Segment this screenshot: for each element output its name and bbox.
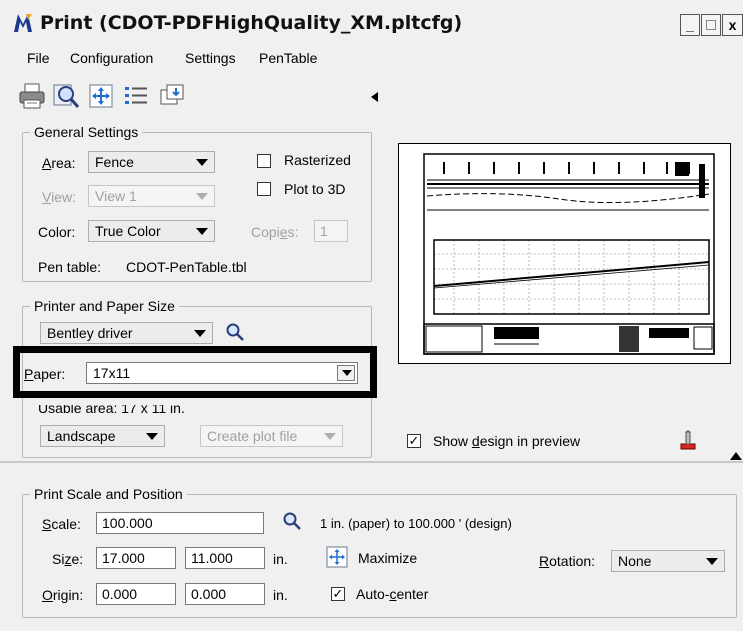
- paper-label: Paper:: [24, 366, 66, 382]
- chevron-down-icon: [342, 370, 352, 376]
- auto-center-label: Auto-center: [356, 586, 429, 602]
- window-title: Print (CDOT-PDFHighQuality_XM.pltcfg): [40, 12, 463, 34]
- menu-settings[interactable]: Settings: [185, 50, 236, 66]
- menu-pentable[interactable]: PenTable: [259, 50, 317, 66]
- print-to-file-icon[interactable]: [158, 82, 186, 110]
- origin-y-input[interactable]: 0.000: [185, 583, 265, 605]
- orientation-dropdown[interactable]: Landscape: [40, 425, 165, 447]
- view-label: View:: [42, 189, 76, 205]
- auto-center-checkbox[interactable]: ✓: [331, 587, 345, 601]
- maximize-icon: [706, 20, 716, 30]
- origin-label: Origin:: [42, 587, 84, 603]
- show-design-label: Show design in preview: [433, 433, 581, 449]
- rasterized-checkbox[interactable]: [257, 154, 271, 168]
- printer-driver-dropdown[interactable]: Bentley driver: [40, 322, 213, 344]
- title-bar: Print (CDOT-PDFHighQuality_XM.pltcfg) _ …: [0, 0, 743, 46]
- menu-configuration[interactable]: Configuration: [70, 50, 153, 66]
- size-width-input[interactable]: 17.000: [96, 547, 176, 569]
- minimize-button[interactable]: _: [680, 14, 700, 36]
- maximize-label[interactable]: Maximize: [358, 550, 417, 566]
- chevron-down-icon: [194, 330, 206, 337]
- plot-to-3d-checkbox[interactable]: [257, 182, 271, 196]
- size-height-input[interactable]: 11.000: [185, 547, 265, 569]
- maximize-arrows-icon[interactable]: [326, 546, 348, 568]
- origin-x-input[interactable]: 0.000: [96, 583, 176, 605]
- rasterized-label: Rasterized: [284, 152, 351, 168]
- collapse-left-arrow-icon[interactable]: [371, 92, 379, 102]
- menu-file[interactable]: File: [27, 50, 50, 66]
- print-preview: [398, 143, 731, 364]
- chevron-down-icon: [196, 193, 208, 200]
- print-scale-position-legend: Print Scale and Position: [30, 486, 187, 502]
- list-icon[interactable]: [122, 82, 150, 110]
- maximize-button[interactable]: [701, 14, 721, 36]
- chevron-down-icon: [146, 433, 158, 440]
- scale-description: 1 in. (paper) to 100.000 ' (design): [320, 516, 512, 531]
- chevron-down-icon: [706, 558, 718, 565]
- pen-settings-icon[interactable]: [678, 430, 698, 452]
- search-icon[interactable]: [225, 322, 245, 342]
- microstation-app-icon: [14, 14, 32, 32]
- origin-unit: in.: [273, 587, 288, 603]
- paper-dropdown-button[interactable]: [337, 365, 355, 381]
- printer-paper-legend: Printer and Paper Size: [30, 298, 179, 314]
- pen-table-value: CDOT-PenTable.tbl: [126, 259, 247, 275]
- rotation-dropdown[interactable]: None: [611, 550, 725, 572]
- maximize-area-icon[interactable]: [88, 82, 116, 110]
- menu-bar: File Configuration Settings PenTable: [0, 50, 743, 72]
- color-dropdown[interactable]: True Color: [88, 220, 215, 242]
- paper-dropdown[interactable]: 17x11: [86, 362, 358, 384]
- scale-input[interactable]: 100.000: [96, 512, 264, 534]
- preview-magnifier-icon[interactable]: [52, 82, 80, 110]
- copies-label: Copies:: [251, 224, 299, 240]
- size-label: Size:: [52, 551, 84, 567]
- copies-input[interactable]: 1: [314, 220, 348, 242]
- chevron-down-icon: [196, 228, 208, 235]
- size-unit: in.: [273, 551, 288, 567]
- show-design-checkbox[interactable]: ✓: [407, 434, 421, 448]
- view-dropdown[interactable]: View 1: [88, 185, 215, 207]
- pen-table-label: Pen table:: [38, 259, 102, 275]
- area-label: Area:: [42, 155, 76, 171]
- color-label: Color:: [38, 224, 76, 240]
- general-settings-legend: General Settings: [30, 124, 143, 140]
- chevron-down-icon: [196, 159, 208, 166]
- splitter-divider[interactable]: [0, 461, 743, 463]
- design-preview-drawing: [423, 153, 715, 355]
- rotation-label: Rotation:: [539, 553, 596, 569]
- scale-label: Scale:: [42, 516, 81, 532]
- area-dropdown[interactable]: Fence: [88, 151, 215, 173]
- create-plot-file-button[interactable]: Create plot file: [200, 425, 343, 447]
- chevron-down-icon: [324, 433, 336, 440]
- collapse-up-arrow-icon[interactable]: [730, 452, 742, 460]
- search-icon[interactable]: [282, 511, 302, 531]
- close-button[interactable]: x: [722, 14, 743, 36]
- plot-to-3d-label: Plot to 3D: [284, 181, 346, 197]
- printer-icon[interactable]: [18, 82, 46, 110]
